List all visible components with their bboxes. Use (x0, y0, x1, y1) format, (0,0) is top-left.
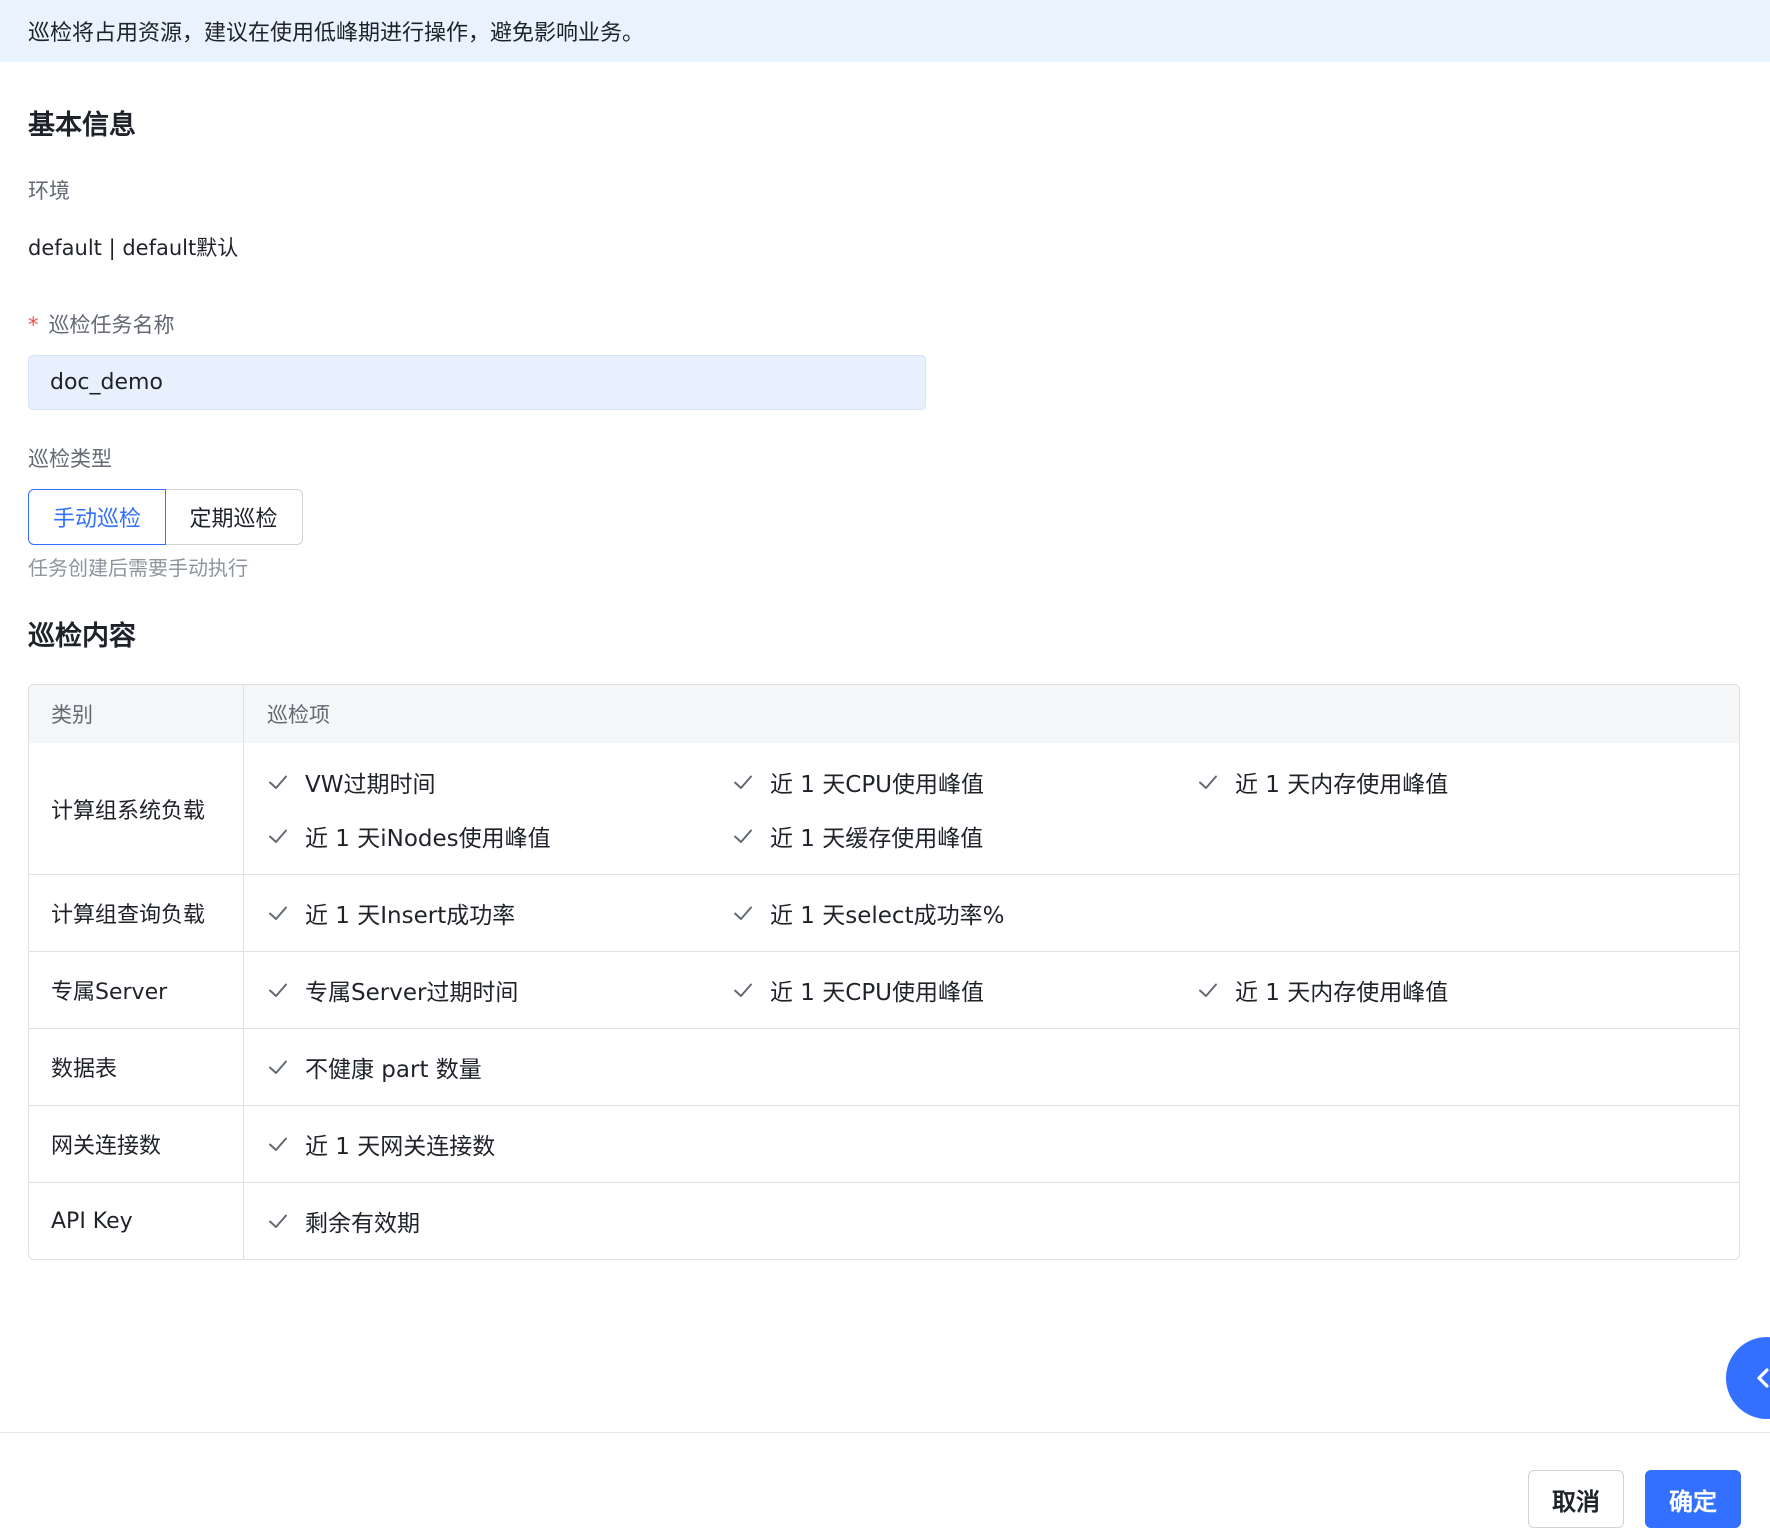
table-row: 计算组系统负载 VW过期时间 近 1 天CPU使用峰值 近 1 天内存使用峰值近 1 … (29, 743, 1739, 874)
inspection-item-label: 剩余有效期 (305, 1211, 420, 1237)
inspection-item-label: 不健康 part 数量 (305, 1057, 482, 1083)
inspection-item: 近 1 天网关连接数 (267, 1117, 732, 1171)
category-cell: 数据表 (29, 1029, 244, 1105)
type-option-periodic[interactable]: 定期巡检 (165, 489, 303, 545)
task-name-label: * 巡检任务名称 (28, 309, 175, 339)
check-icon (269, 1060, 287, 1074)
notice-text: 巡检将占用资源，建议在使用低峰期进行操作，避免影响业务。 (28, 21, 645, 46)
table-row: 数据表 不健康 part 数量 (29, 1028, 1739, 1105)
category-cell: 计算组查询负载 (29, 875, 244, 951)
inspection-item: 近 1 天select成功率% (732, 886, 1197, 940)
category-cell: 网关连接数 (29, 1106, 244, 1182)
inspection-item: 近 1 天iNodes使用峰值 (267, 809, 732, 863)
inspection-item-label: 近 1 天CPU使用峰值 (770, 771, 985, 798)
check-icon (1199, 775, 1217, 789)
inspection-item: 近 1 天Insert成功率 (267, 886, 732, 940)
inspection-item: 不健康 part 数量 (267, 1040, 732, 1094)
check-icon (269, 775, 287, 789)
inspection-item: 近 1 天CPU使用峰值 (732, 755, 1197, 809)
check-icon (269, 1137, 287, 1151)
items-cell: 专属Server过期时间 近 1 天CPU使用峰值 近 1 天内存使用峰值 (244, 952, 1739, 1028)
items-cell: 不健康 part 数量 (244, 1029, 1739, 1105)
type-option-manual[interactable]: 手动巡检 (28, 489, 166, 545)
notice-banner: 巡检将占用资源，建议在使用低峰期进行操作，避免影响业务。 (0, 0, 1770, 62)
inspection-table: 类别 巡检项 计算组系统负载 VW过期时间近 1 天CPU使用峰值近 1 天内存使… (28, 684, 1740, 1260)
inspection-item-label: 近 1 天内存使用峰值 (1235, 771, 1449, 798)
env-value: default | default默认 (28, 236, 239, 260)
category-cell: API Key (29, 1183, 244, 1259)
check-icon (269, 906, 287, 920)
items-cell: 近 1 天网关连接数 (244, 1106, 1739, 1182)
inspection-item-label: 近 1 天Insert成功率 (305, 903, 516, 929)
env-label: 环境 (28, 179, 70, 203)
inspection-item: 专属Server过期时间 (267, 963, 732, 1017)
check-icon (1199, 983, 1217, 997)
inspection-item: 近 1 天内存使用峰值 (1197, 755, 1662, 809)
table-row: 网关连接数 近 1 天网关连接数 (29, 1105, 1739, 1182)
items-cell: VW过期时间 近 1 天CPU使用峰值 近 1 天内存使用峰值近 1 天iNodes… (244, 743, 1739, 874)
type-hint: 任务创建后需要手动执行 (28, 556, 248, 580)
task-name-input[interactable] (28, 355, 926, 410)
collapse-float-button[interactable] (1726, 1337, 1770, 1419)
items-cell: 剩余有效期 (244, 1183, 1739, 1259)
check-icon (734, 775, 752, 789)
inspection-item-label: VW过期时间 (305, 771, 436, 798)
inspection-item-label: 近 1 天select成功率% (770, 903, 1005, 929)
inspection-item: VW过期时间 (267, 755, 732, 809)
check-icon (269, 829, 287, 843)
check-icon (734, 983, 752, 997)
table-row: 计算组查询负载 近 1 天Insert成功率 近 1 天select成功率% (29, 874, 1739, 951)
inspection-item-label: 近 1 天网关连接数 (305, 1134, 496, 1160)
required-mark: * (28, 313, 39, 337)
table-row: 专属Server 专属Server过期时间 近 1 天CPU使用峰值 近 1 天内存使… (29, 951, 1739, 1028)
chevron-left-icon (1757, 1368, 1769, 1388)
cancel-button[interactable]: 取消 (1528, 1470, 1624, 1528)
inspection-item-label: 近 1 天iNodes使用峰值 (305, 825, 551, 852)
column-header-items: 巡检项 (267, 703, 330, 727)
inspection-item-label: 近 1 天缓存使用峰值 (770, 825, 984, 852)
check-icon (269, 1214, 287, 1228)
inspection-item: 近 1 天缓存使用峰值 (732, 809, 1197, 863)
column-header-category: 类别 (29, 685, 244, 743)
inspection-item-label: 近 1 天内存使用峰值 (1235, 980, 1449, 1006)
category-cell: 计算组系统负载 (29, 743, 244, 874)
basic-info-title: 基本信息 (28, 110, 136, 141)
inspection-item: 近 1 天CPU使用峰值 (732, 963, 1197, 1017)
inspection-item: 近 1 天内存使用峰值 (1197, 963, 1662, 1017)
items-cell: 近 1 天Insert成功率 近 1 天select成功率% (244, 875, 1739, 951)
content-title: 巡检内容 (28, 621, 136, 652)
category-cell: 专属Server (29, 952, 244, 1028)
task-name-label-text: 巡检任务名称 (48, 313, 175, 337)
type-label: 巡检类型 (28, 447, 112, 471)
check-icon (734, 829, 752, 843)
footer-divider (0, 1432, 1770, 1433)
check-icon (269, 983, 287, 997)
inspection-item-label: 专属Server过期时间 (305, 980, 519, 1006)
table-header: 类别 巡检项 (29, 685, 1739, 743)
inspection-item-label: 近 1 天CPU使用峰值 (770, 980, 985, 1006)
check-icon (734, 906, 752, 920)
table-row: API Key 剩余有效期 (29, 1182, 1739, 1259)
confirm-button[interactable]: 确定 (1645, 1470, 1741, 1528)
inspection-item: 剩余有效期 (267, 1194, 732, 1248)
